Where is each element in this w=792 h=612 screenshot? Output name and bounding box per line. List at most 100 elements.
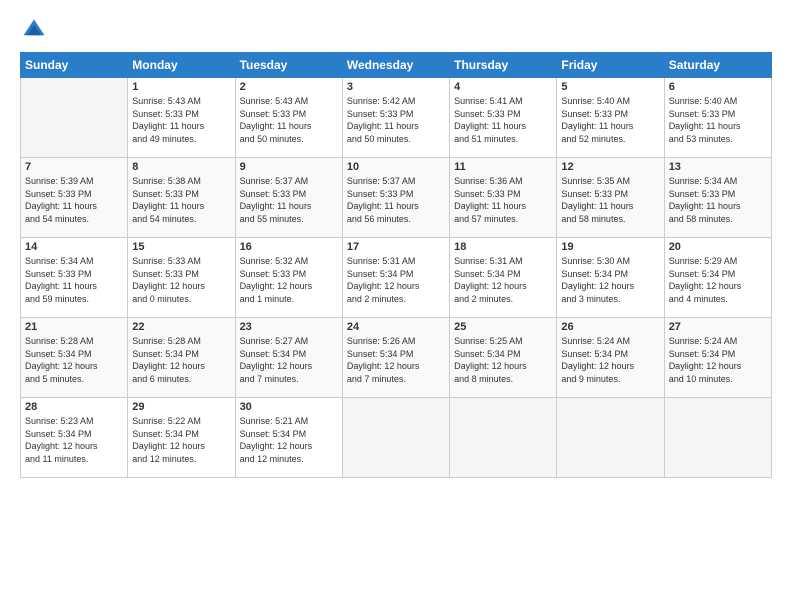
calendar-cell: 27 Sunrise: 5:24 AM Sunset: 5:34 PM Dayli… (664, 318, 771, 398)
day-info: Sunrise: 5:36 AM Sunset: 5:33 PM Dayligh… (454, 175, 552, 225)
day-info: Sunrise: 5:31 AM Sunset: 5:34 PM Dayligh… (347, 255, 445, 305)
day-info: Sunrise: 5:43 AM Sunset: 5:33 PM Dayligh… (132, 95, 230, 145)
day-info: Sunrise: 5:34 AM Sunset: 5:33 PM Dayligh… (25, 255, 123, 305)
day-info: Sunrise: 5:25 AM Sunset: 5:34 PM Dayligh… (454, 335, 552, 385)
week-row-4: 21 Sunrise: 5:28 AM Sunset: 5:34 PM Dayli… (21, 318, 772, 398)
day-info: Sunrise: 5:23 AM Sunset: 5:34 PM Dayligh… (25, 415, 123, 465)
day-number: 4 (454, 81, 552, 93)
weekday-header-row: SundayMondayTuesdayWednesdayThursdayFrid… (21, 53, 772, 78)
day-number: 29 (132, 401, 230, 413)
calendar-cell (664, 398, 771, 478)
calendar-cell (342, 398, 449, 478)
weekday-header-friday: Friday (557, 53, 664, 78)
day-info: Sunrise: 5:35 AM Sunset: 5:33 PM Dayligh… (561, 175, 659, 225)
calendar-cell (450, 398, 557, 478)
day-number: 12 (561, 161, 659, 173)
day-info: Sunrise: 5:43 AM Sunset: 5:33 PM Dayligh… (240, 95, 338, 145)
day-info: Sunrise: 5:24 AM Sunset: 5:34 PM Dayligh… (669, 335, 767, 385)
day-info: Sunrise: 5:42 AM Sunset: 5:33 PM Dayligh… (347, 95, 445, 145)
calendar-cell: 6 Sunrise: 5:40 AM Sunset: 5:33 PM Daylig… (664, 78, 771, 158)
day-number: 14 (25, 241, 123, 253)
calendar-cell: 24Sunrise: 5:26 AM Sunset: 5:34 PM Dayli… (342, 318, 449, 398)
weekday-header-thursday: Thursday (450, 53, 557, 78)
week-row-1: 1 Sunrise: 5:43 AM Sunset: 5:33 PM Daylig… (21, 78, 772, 158)
calendar-cell: 28Sunrise: 5:23 AM Sunset: 5:34 PM Dayli… (21, 398, 128, 478)
calendar-cell: 30 Sunrise: 5:21 AM Sunset: 5:34 PM Dayli… (235, 398, 342, 478)
day-number: 13 (669, 161, 767, 173)
calendar-cell: 8 Sunrise: 5:38 AM Sunset: 5:33 PM Daylig… (128, 158, 235, 238)
calendar-cell: 13 Sunrise: 5:34 AM Sunset: 5:33 PM Dayli… (664, 158, 771, 238)
day-info: Sunrise: 5:37 AM Sunset: 5:33 PM Dayligh… (240, 175, 338, 225)
day-info: Sunrise: 5:21 AM Sunset: 5:34 PM Dayligh… (240, 415, 338, 465)
calendar-cell: 10 Sunrise: 5:37 AM Sunset: 5:33 PM Dayli… (342, 158, 449, 238)
day-number: 19 (561, 241, 659, 253)
day-info: Sunrise: 5:28 AM Sunset: 5:34 PM Dayligh… (25, 335, 123, 385)
week-row-2: 7Sunrise: 5:39 AM Sunset: 5:33 PM Daylig… (21, 158, 772, 238)
day-number: 30 (240, 401, 338, 413)
calendar: SundayMondayTuesdayWednesdayThursdayFrid… (20, 52, 772, 478)
week-row-5: 28Sunrise: 5:23 AM Sunset: 5:34 PM Dayli… (21, 398, 772, 478)
calendar-cell: 5 Sunrise: 5:40 AM Sunset: 5:33 PM Daylig… (557, 78, 664, 158)
calendar-cell: 26 Sunrise: 5:24 AM Sunset: 5:34 PM Dayli… (557, 318, 664, 398)
day-number: 9 (240, 161, 338, 173)
day-info: Sunrise: 5:28 AM Sunset: 5:34 PM Dayligh… (132, 335, 230, 385)
day-number: 8 (132, 161, 230, 173)
day-info: Sunrise: 5:29 AM Sunset: 5:34 PM Dayligh… (669, 255, 767, 305)
day-info: Sunrise: 5:40 AM Sunset: 5:33 PM Dayligh… (669, 95, 767, 145)
calendar-cell: 2Sunrise: 5:43 AM Sunset: 5:33 PM Daylig… (235, 78, 342, 158)
day-info: Sunrise: 5:32 AM Sunset: 5:33 PM Dayligh… (240, 255, 338, 305)
day-info: Sunrise: 5:33 AM Sunset: 5:33 PM Dayligh… (132, 255, 230, 305)
day-number: 27 (669, 321, 767, 333)
day-info: Sunrise: 5:39 AM Sunset: 5:33 PM Dayligh… (25, 175, 123, 225)
day-number: 1 (132, 81, 230, 93)
day-number: 15 (132, 241, 230, 253)
day-info: Sunrise: 5:22 AM Sunset: 5:34 PM Dayligh… (132, 415, 230, 465)
weekday-header-monday: Monday (128, 53, 235, 78)
calendar-cell: 3 Sunrise: 5:42 AM Sunset: 5:33 PM Daylig… (342, 78, 449, 158)
day-info: Sunrise: 5:27 AM Sunset: 5:34 PM Dayligh… (240, 335, 338, 385)
calendar-cell: 29 Sunrise: 5:22 AM Sunset: 5:34 PM Dayli… (128, 398, 235, 478)
calendar-cell: 14 Sunrise: 5:34 AM Sunset: 5:33 PM Dayli… (21, 238, 128, 318)
weekday-header-wednesday: Wednesday (342, 53, 449, 78)
day-info: Sunrise: 5:38 AM Sunset: 5:33 PM Dayligh… (132, 175, 230, 225)
header (20, 16, 772, 44)
day-info: Sunrise: 5:24 AM Sunset: 5:34 PM Dayligh… (561, 335, 659, 385)
day-number: 26 (561, 321, 659, 333)
day-info: Sunrise: 5:30 AM Sunset: 5:34 PM Dayligh… (561, 255, 659, 305)
logo-icon (20, 16, 48, 44)
calendar-cell: 17 Sunrise: 5:31 AM Sunset: 5:34 PM Dayli… (342, 238, 449, 318)
day-number: 21 (25, 321, 123, 333)
calendar-cell: 15 Sunrise: 5:33 AM Sunset: 5:33 PM Dayli… (128, 238, 235, 318)
day-number: 5 (561, 81, 659, 93)
calendar-cell: 16Sunrise: 5:32 AM Sunset: 5:33 PM Dayli… (235, 238, 342, 318)
calendar-cell: 11 Sunrise: 5:36 AM Sunset: 5:33 PM Dayli… (450, 158, 557, 238)
weekday-header-tuesday: Tuesday (235, 53, 342, 78)
calendar-cell (21, 78, 128, 158)
day-number: 23 (240, 321, 338, 333)
day-info: Sunrise: 5:40 AM Sunset: 5:33 PM Dayligh… (561, 95, 659, 145)
week-row-3: 14 Sunrise: 5:34 AM Sunset: 5:33 PM Dayli… (21, 238, 772, 318)
day-info: Sunrise: 5:31 AM Sunset: 5:34 PM Dayligh… (454, 255, 552, 305)
day-number: 18 (454, 241, 552, 253)
day-info: Sunrise: 5:37 AM Sunset: 5:33 PM Dayligh… (347, 175, 445, 225)
calendar-cell: 12 Sunrise: 5:35 AM Sunset: 5:33 PM Dayli… (557, 158, 664, 238)
day-number: 3 (347, 81, 445, 93)
calendar-cell: 22 Sunrise: 5:28 AM Sunset: 5:34 PM Dayli… (128, 318, 235, 398)
day-number: 6 (669, 81, 767, 93)
day-info: Sunrise: 5:26 AM Sunset: 5:34 PM Dayligh… (347, 335, 445, 385)
logo (20, 16, 52, 44)
calendar-cell: 21 Sunrise: 5:28 AM Sunset: 5:34 PM Dayli… (21, 318, 128, 398)
calendar-cell: 19 Sunrise: 5:30 AM Sunset: 5:34 PM Dayli… (557, 238, 664, 318)
day-number: 25 (454, 321, 552, 333)
day-info: Sunrise: 5:34 AM Sunset: 5:33 PM Dayligh… (669, 175, 767, 225)
page: SundayMondayTuesdayWednesdayThursdayFrid… (0, 0, 792, 612)
calendar-cell (557, 398, 664, 478)
day-number: 17 (347, 241, 445, 253)
day-number: 22 (132, 321, 230, 333)
day-number: 11 (454, 161, 552, 173)
calendar-cell: 18 Sunrise: 5:31 AM Sunset: 5:34 PM Dayli… (450, 238, 557, 318)
weekday-header-sunday: Sunday (21, 53, 128, 78)
calendar-cell: 23 Sunrise: 5:27 AM Sunset: 5:34 PM Dayli… (235, 318, 342, 398)
day-number: 10 (347, 161, 445, 173)
calendar-cell: 7Sunrise: 5:39 AM Sunset: 5:33 PM Daylig… (21, 158, 128, 238)
